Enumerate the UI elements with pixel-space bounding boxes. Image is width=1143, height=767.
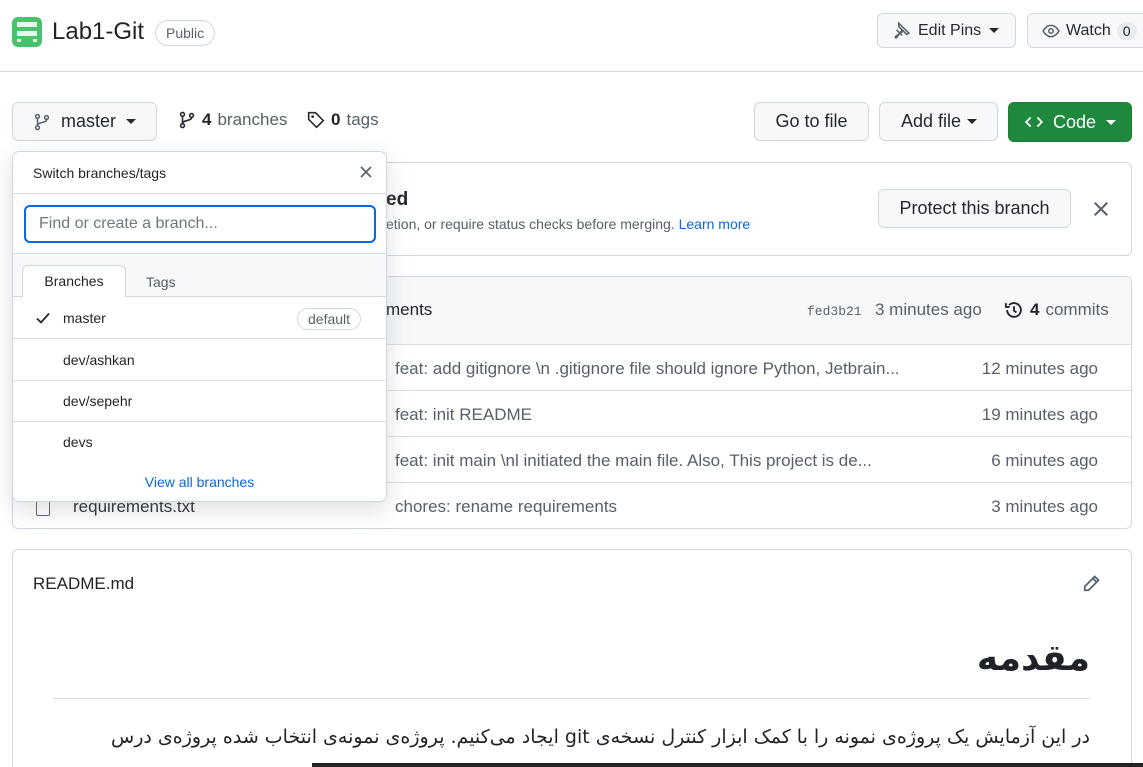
branch-item-devs[interactable]: devs xyxy=(13,422,386,463)
dropdown-tabs: Branches Tags xyxy=(13,254,386,298)
file-age: 3 minutes ago xyxy=(991,497,1098,516)
edit-pins-label: Edit Pins xyxy=(918,21,982,39)
tab-branches[interactable]: Branches xyxy=(22,265,126,298)
branch-switcher-dropdown: Switch branches/tags Branches Tags maste… xyxy=(12,151,387,502)
file-commit-message[interactable]: feat: add gitignore \n .gitignore file s… xyxy=(395,359,900,379)
git-branch-icon xyxy=(179,111,195,129)
commits-count: 4 xyxy=(1030,300,1040,319)
file-commit-message[interactable]: feat: init README xyxy=(395,405,532,425)
commits-link[interactable]: 4 commits xyxy=(1004,300,1109,320)
watch-count: 0 xyxy=(1116,21,1137,40)
eye-icon xyxy=(1042,24,1060,37)
branch-item-dev-sepehr[interactable]: dev/sepehr xyxy=(13,381,386,422)
branch-select-button[interactable]: master xyxy=(12,102,157,141)
tab-tags[interactable]: Tags xyxy=(146,274,176,290)
watch-button[interactable]: Watch 0 xyxy=(1027,13,1143,48)
file-age: 19 minutes ago xyxy=(981,405,1098,424)
branch-item-dev-ashkan[interactable]: dev/ashkan xyxy=(13,340,386,381)
git-branch-icon xyxy=(34,113,50,130)
add-file-button[interactable]: Add file xyxy=(879,102,998,141)
branch-item-label: devs xyxy=(63,434,93,450)
watch-label: Watch xyxy=(1066,21,1111,39)
tags-label: tags xyxy=(346,110,379,129)
latest-commit-time: 3 minutes ago xyxy=(875,300,982,319)
tags-link[interactable]: 0 tags xyxy=(307,110,379,130)
tag-icon xyxy=(307,111,325,129)
current-branch-label: master xyxy=(61,111,117,131)
dropdown-header: Switch branches/tags xyxy=(13,152,386,194)
branch-item-label: dev/sepehr xyxy=(63,393,133,409)
code-label: Code xyxy=(1053,111,1097,132)
branch-search-input[interactable] xyxy=(24,205,376,243)
commits-label: commits xyxy=(1045,300,1109,319)
learn-more-link[interactable]: Learn more xyxy=(679,216,751,232)
branch-item-label: master xyxy=(63,310,106,326)
repo-icon xyxy=(12,17,42,47)
check-icon xyxy=(36,312,50,324)
file-commit-message[interactable]: chores: rename requirements xyxy=(395,497,617,517)
chevron-down-icon xyxy=(1106,119,1117,125)
dropdown-search-wrap xyxy=(13,194,386,254)
file-commit-message[interactable]: feat: init main \nl initiated the main f… xyxy=(395,451,872,471)
chevron-down-icon xyxy=(126,119,137,124)
branches-count: 4 xyxy=(202,110,212,129)
branches-label: branches xyxy=(217,110,288,129)
branches-link[interactable]: 4 branches xyxy=(178,110,287,130)
readme-filename[interactable]: README.md xyxy=(33,574,134,594)
file-age: 6 minutes ago xyxy=(991,451,1098,470)
readme-paragraph: در این آزمایش یک پروژه‌ی نمونه را با کمک… xyxy=(111,726,1090,748)
protect-description-text: etion, or require status checks before m… xyxy=(386,216,675,232)
tags-count: 0 xyxy=(331,110,341,129)
heading-divider xyxy=(53,698,1090,699)
pencil-icon[interactable] xyxy=(1081,574,1101,594)
latest-commit-sha[interactable]: fed3b21 xyxy=(807,304,862,319)
file-age: 12 minutes ago xyxy=(981,359,1098,378)
code-icon xyxy=(1025,116,1043,128)
chevron-down-icon xyxy=(989,28,1000,33)
go-to-file-button[interactable]: Go to file xyxy=(754,102,869,141)
branch-item-label: dev/ashkan xyxy=(63,352,135,368)
protect-banner-description: etion, or require status checks before m… xyxy=(386,216,750,232)
window-bottom-edge xyxy=(312,763,1143,767)
edit-pins-button[interactable]: Edit Pins xyxy=(877,13,1016,48)
code-button[interactable]: Code xyxy=(1008,102,1132,142)
chevron-down-icon xyxy=(967,119,978,124)
close-icon[interactable] xyxy=(1091,199,1111,219)
dropdown-title: Switch branches/tags xyxy=(33,165,167,181)
close-icon[interactable] xyxy=(358,164,374,180)
repo-name[interactable]: Lab1-Git xyxy=(52,18,144,46)
protect-banner-title: ed xyxy=(386,189,409,210)
readme-heading: مقدمه xyxy=(976,638,1090,679)
default-badge: default xyxy=(297,308,362,330)
pin-icon xyxy=(894,21,910,39)
visibility-badge: Public xyxy=(155,20,216,46)
branch-item-master[interactable]: master default xyxy=(13,298,386,339)
protect-branch-button[interactable]: Protect this branch xyxy=(878,189,1071,228)
add-file-label: Add file xyxy=(901,111,962,131)
latest-commit-message[interactable]: ments xyxy=(386,300,432,320)
history-icon xyxy=(1004,302,1022,318)
view-all-branches-link[interactable]: View all branches xyxy=(13,474,386,490)
